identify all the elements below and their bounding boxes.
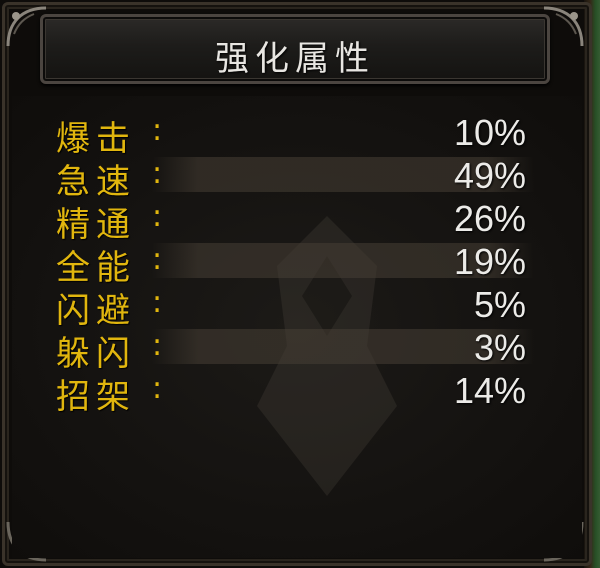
stat-value: 14% — [453, 370, 526, 411]
stats-window: 强化属性 爆击 : 10% 急速 : 49% 精通 : 26% 全能: 19%… — [0, 0, 600, 568]
stat-row-parry: 招架 : 14% — [12, 368, 582, 417]
stat-row-haste: 急速 : 49% — [12, 153, 582, 202]
stat-value: 19% — [453, 241, 526, 282]
stat-row-versatility: 全能 : 19% — [12, 239, 582, 288]
stat-list: 爆击 : 10% 急速 : 49% 精通 : 26% 全能 : 19% 闪避 : — [12, 110, 582, 417]
stat-colon: : — [152, 199, 163, 234]
stat-row-dodge: 躲闪 : 3% — [12, 325, 582, 374]
stat-colon: : — [152, 328, 163, 363]
stat-value: 49% — [453, 155, 526, 196]
stat-value: 3% — [473, 327, 526, 368]
stat-colon: : — [152, 285, 163, 320]
stats-panel: 爆击 : 10% 急速 : 49% 精通 : 26% 全能 : 19% 闪避 : — [12, 96, 582, 558]
stat-row-mastery: 精通 : 26% — [12, 196, 582, 245]
stat-colon: : — [152, 113, 163, 148]
stat-value: 26% — [453, 198, 526, 239]
stat-label: 招架 — [56, 377, 136, 417]
stat-row-avoidance: 闪避 : 5% — [12, 282, 582, 331]
panel-title: 强化属性 — [215, 39, 375, 79]
stat-value: 10% — [453, 112, 526, 153]
stat-colon: : — [152, 371, 163, 406]
stat-value: 5% — [473, 284, 526, 325]
stat-colon: : — [152, 156, 163, 191]
title-bar: 强化属性 — [40, 14, 550, 84]
stat-row-crit: 爆击 : 10% — [12, 110, 582, 159]
stat-colon: : — [152, 242, 163, 277]
